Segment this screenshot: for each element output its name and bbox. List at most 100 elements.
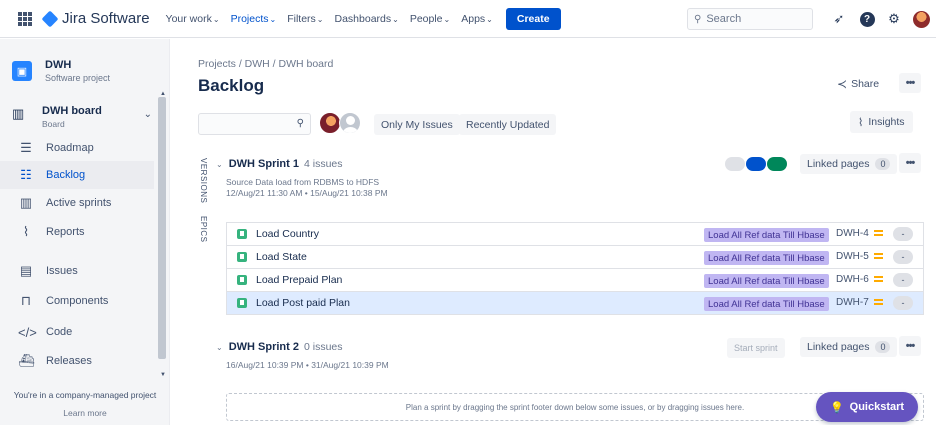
jira-logo[interactable]: Jira Software: [41, 10, 150, 27]
chevron-down-icon: ⌄: [143, 109, 152, 120]
profile-avatar[interactable]: [912, 10, 930, 28]
issue-summary: Load Country: [256, 228, 320, 240]
ship-icon: ⛴: [18, 353, 35, 368]
insights-chart-icon: ⌇: [858, 116, 864, 129]
brand-name: Jira Software: [62, 10, 150, 27]
settings-gear-icon[interactable]: ⚙: [885, 10, 903, 28]
sidebar-item-reports[interactable]: ⌇ Reports: [0, 218, 154, 246]
sidebar-item-active-sprints[interactable]: ▥ Active sprints: [0, 189, 154, 217]
issue-key[interactable]: DWH-5: [836, 251, 869, 262]
sidebar-item-issues[interactable]: ▤ Issues: [0, 257, 154, 285]
start-sprint-button[interactable]: Start sprint: [727, 338, 785, 358]
estimate-badge: -: [893, 250, 913, 264]
chevron-down-icon: ⌄: [212, 14, 220, 24]
search-input[interactable]: ⚲ Search: [687, 8, 813, 30]
table-row[interactable]: Load State Load All Ref data Till Hbase …: [226, 246, 924, 269]
chevron-down-icon: ⌄: [269, 14, 277, 24]
sprint-more-button[interactable]: •••: [899, 153, 921, 173]
sidebar-footer: You're in a company-managed project Lear…: [0, 390, 170, 418]
learn-more-link[interactable]: Learn more: [0, 408, 170, 418]
insights-button[interactable]: ⌇ Insights: [850, 111, 913, 133]
project-header[interactable]: ▣ DWH Software project: [12, 59, 110, 83]
priority-medium-icon: [874, 250, 883, 262]
priority-medium-icon: [874, 296, 883, 308]
backlog-search-input[interactable]: ⚲: [198, 113, 311, 135]
project-avatar-icon: ▣: [12, 61, 32, 81]
code-icon: </>: [18, 324, 37, 340]
rocket-icon[interactable]: ➶: [830, 10, 848, 28]
only-my-issues-filter[interactable]: Only My Issues: [374, 114, 460, 135]
todo-count-badge: [725, 157, 745, 171]
sprint-more-button[interactable]: •••: [899, 336, 921, 356]
priority-medium-icon: [874, 273, 883, 285]
quickstart-button[interactable]: 💡 Quickstart: [816, 392, 918, 422]
story-icon: [237, 298, 247, 308]
sprint-name: DWH Sprint 2: [228, 341, 299, 353]
linked-pages-button[interactable]: Linked pages 0: [800, 337, 898, 357]
ellipsis-icon: •••: [905, 340, 916, 352]
avatar[interactable]: [319, 112, 341, 134]
project-name: DWH: [45, 59, 72, 71]
share-button[interactable]: ≺ Share: [837, 74, 879, 94]
priority-medium-icon: [874, 227, 883, 239]
linked-pages-button[interactable]: Linked pages 0: [800, 154, 898, 174]
sprint-goal: Source Data load from RDBMS to HDFS: [226, 177, 380, 187]
breadcrumb[interactable]: Projects / DWH / DWH board: [198, 58, 333, 70]
done-count-badge: [767, 157, 787, 171]
chart-icon: ⌇: [22, 224, 30, 239]
unassigned-avatar[interactable]: [339, 112, 361, 134]
table-row[interactable]: Load Prepaid Plan Load All Ref data Till…: [226, 269, 924, 292]
recently-updated-filter[interactable]: Recently Updated: [459, 114, 557, 135]
roadmap-icon: ☰: [20, 140, 32, 155]
create-button[interactable]: Create: [505, 7, 561, 30]
sidebar-item-components[interactable]: ⊓ Components: [0, 287, 154, 315]
epic-label[interactable]: Load All Ref data Till Hbase: [704, 274, 829, 288]
issue-key[interactable]: DWH-7: [836, 297, 869, 308]
epic-label[interactable]: Load All Ref data Till Hbase: [704, 251, 829, 265]
board-selector[interactable]: ▥ DWH board Board ⌄: [12, 105, 152, 129]
scroll-down-icon[interactable]: ▼: [160, 372, 166, 378]
sprint-header[interactable]: ⌄ DWH Sprint 2 0 issues: [216, 341, 343, 353]
sprint-issue-count: 0 issues: [303, 341, 343, 353]
nav-people[interactable]: People⌄: [410, 13, 450, 25]
help-button[interactable]: ?: [858, 10, 876, 28]
tab-epics[interactable]: EPICS: [199, 216, 208, 243]
tab-versions[interactable]: VERSIONS: [199, 158, 208, 203]
nav-apps[interactable]: Apps⌄: [461, 13, 493, 25]
issue-summary: Load Prepaid Plan: [256, 274, 343, 286]
sidebar-item-code[interactable]: </> Code: [0, 318, 154, 346]
nav-your-work[interactable]: Your work⌄: [166, 13, 220, 25]
epic-label[interactable]: Load All Ref data Till Hbase: [704, 228, 829, 242]
sidebar-scrollbar[interactable]: [158, 97, 166, 359]
table-row[interactable]: Load Post paid Plan Load All Ref data Ti…: [226, 292, 924, 315]
issue-key[interactable]: DWH-6: [836, 274, 869, 285]
ellipsis-icon: •••: [905, 77, 916, 89]
nav-filters[interactable]: Filters⌄: [287, 13, 323, 25]
page-title: Backlog: [198, 76, 265, 95]
component-icon: ⊓: [20, 293, 32, 308]
board-name: DWH board: [42, 105, 102, 117]
story-icon: [237, 275, 247, 285]
issue-summary: Load State: [256, 251, 307, 263]
app-switcher-icon[interactable]: [18, 11, 32, 26]
nav-dashboards[interactable]: Dashboards⌄: [335, 13, 399, 25]
project-sidebar: ▣ DWH Software project ▥ DWH board Board…: [0, 39, 170, 425]
sidebar-item-releases[interactable]: ⛴ Releases: [0, 347, 154, 375]
avatar: [912, 10, 930, 28]
sprint-dates: 12/Aug/21 11:30 AM • 15/Aug/21 10:38 PM: [226, 188, 388, 198]
share-icon: ≺: [837, 77, 848, 91]
epic-label[interactable]: Load All Ref data Till Hbase: [704, 297, 829, 311]
sidebar-item-roadmap[interactable]: ☰ Roadmap: [0, 134, 154, 162]
estimate-badge: -: [893, 296, 913, 310]
nav-projects[interactable]: Projects⌄: [231, 13, 277, 25]
chevron-down-icon: ⌄: [216, 160, 223, 169]
issues-icon: ▤: [19, 263, 33, 278]
scroll-up-icon[interactable]: ▲: [160, 91, 166, 97]
sidebar-item-backlog[interactable]: ☷ Backlog: [0, 161, 154, 189]
jira-diamond-icon: [41, 10, 59, 27]
more-actions-button[interactable]: •••: [899, 73, 921, 93]
table-row[interactable]: Load Country Load All Ref data Till Hbas…: [226, 223, 924, 246]
chevron-down-icon: ⌄: [392, 14, 399, 24]
issue-key[interactable]: DWH-4: [836, 228, 869, 239]
sprint-header[interactable]: ⌄ DWH Sprint 1 4 issues: [216, 158, 343, 170]
